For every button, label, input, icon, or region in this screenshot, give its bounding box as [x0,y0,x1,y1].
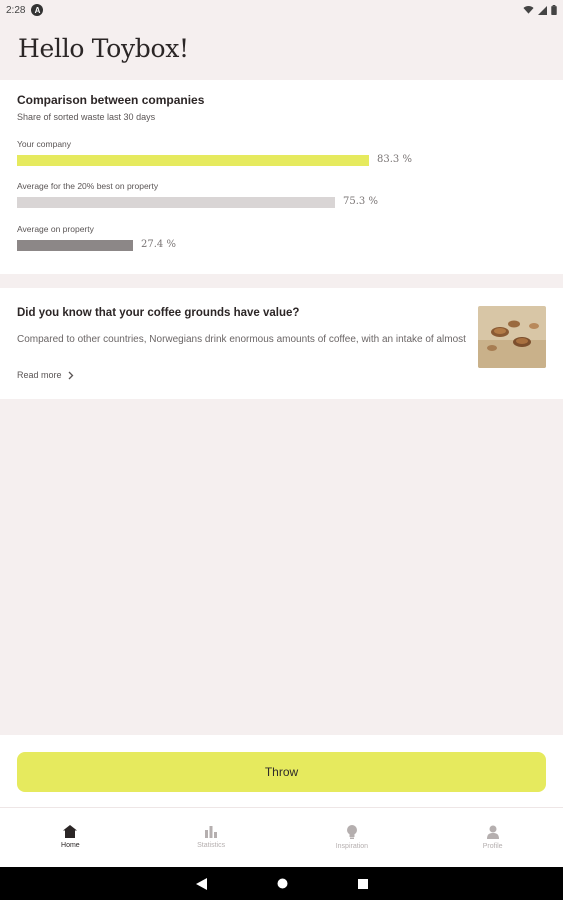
bar-top-20-average [17,197,335,208]
bar-property-average [17,240,133,251]
nav-item-home[interactable]: Home [0,808,141,868]
home-circle-icon [277,878,287,889]
system-nav-bar [0,867,563,900]
wifi-icon [523,5,534,14]
article-excerpt: Compared to other countries, Norwegians … [17,334,466,345]
article-image [478,306,546,368]
signal-icon [538,5,547,15]
person-icon [486,825,499,839]
nav-label-home: Home [61,842,80,849]
battery-icon [551,5,557,15]
nav-item-inspiration[interactable]: Inspiration [282,808,423,868]
back-triangle-icon [195,877,207,890]
lightbulb-icon [346,825,357,839]
bar-label-property-average: Average on property [17,224,94,234]
throw-button[interactable]: Throw [17,752,546,792]
status-bar: 2:28 A [0,0,563,20]
bar-your-company [17,155,369,166]
status-time: 2:28 [6,4,26,16]
read-more-link[interactable]: Read more [17,370,74,380]
article-title: Did you know that your coffee grounds ha… [17,307,300,319]
bar-chart-icon [205,826,218,838]
read-more-label: Read more [17,370,62,380]
bar-value-property-average: 27.4 % [141,239,176,250]
recents-button[interactable] [357,878,368,889]
notification-badge-icon: A [31,4,44,16]
bar-label-your-company: Your company [17,139,72,149]
nav-item-statistics[interactable]: Statistics [141,808,282,868]
nav-label-inspiration: Inspiration [335,843,369,850]
recents-square-icon [357,878,368,889]
throw-area: Throw [0,735,563,807]
page-title: Hello Toybox! [18,34,189,63]
bar-value-your-company: 83.3 % [377,154,412,165]
comparison-subtitle: Share of sorted waste last 30 days [17,112,156,122]
bar-value-top-20-average: 75.3 % [343,196,378,207]
nav-label-statistics: Statistics [197,842,226,849]
nav-item-profile[interactable]: Profile [422,808,563,868]
back-button[interactable] [195,877,207,890]
status-right [523,5,557,15]
nav-label-profile: Profile [482,843,503,850]
home-icon [63,825,78,838]
comparison-card: Comparison between companies Share of so… [0,80,563,274]
home-system-button[interactable] [277,878,288,889]
coffee-grounds-photo-icon [478,306,546,368]
comparison-title: Comparison between companies [17,93,205,107]
chevron-right-icon [68,371,73,379]
bar-label-top-20-average: Average for the 20% best on property [17,181,159,191]
status-left: 2:28 A [6,4,44,16]
article-card[interactable]: Did you know that your coffee grounds ha… [0,288,563,399]
bottom-nav: Home Statistics Inspiration Profile [0,807,563,868]
